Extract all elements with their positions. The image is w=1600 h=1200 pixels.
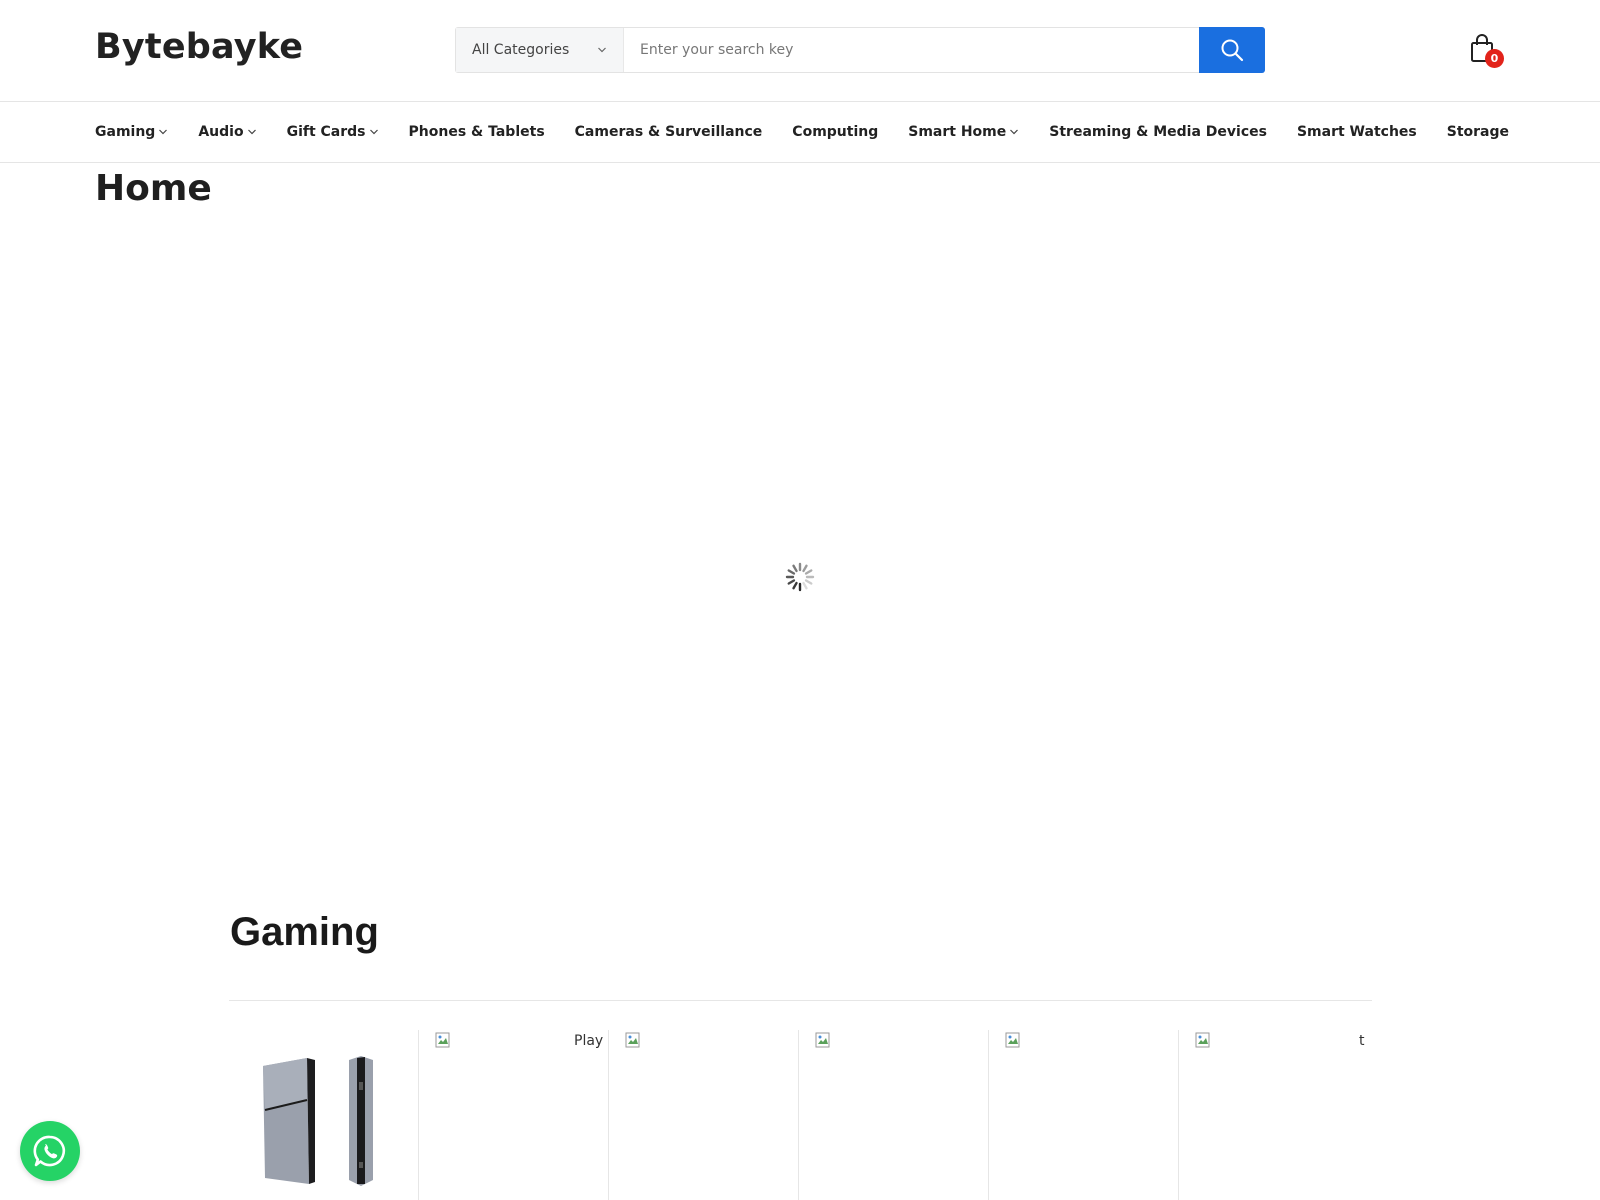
search-bar: All Categories	[455, 27, 1265, 73]
product-carousel: Play t	[229, 1030, 1372, 1200]
console-image	[263, 1056, 373, 1186]
broken-image-icon	[435, 1032, 450, 1048]
cart-count-badge: 0	[1485, 49, 1504, 68]
nav-item-label: Gaming	[95, 124, 156, 140]
broken-image-icon	[1195, 1032, 1210, 1048]
nav-item-streaming-media-devices[interactable]: Streaming & Media Devices	[1049, 124, 1267, 140]
site-header: Bytebayke All Categories 0	[0, 0, 1600, 102]
nav-item-label: Cameras & Surveillance	[574, 124, 763, 140]
nav-item-smart-home[interactable]: Smart Home	[908, 124, 1019, 140]
nav-item-gift-cards[interactable]: Gift Cards	[287, 124, 379, 140]
chevron-down-icon	[159, 129, 168, 135]
category-select-label: All Categories	[472, 42, 570, 58]
nav-item-computing[interactable]: Computing	[792, 124, 878, 140]
section-title-gaming: Gaming	[230, 910, 379, 954]
nav-item-storage[interactable]: Storage	[1447, 124, 1509, 140]
nav-item-smart-watches[interactable]: Smart Watches	[1297, 124, 1417, 140]
chevron-down-icon	[1010, 129, 1019, 135]
product-card[interactable]: t	[1179, 1030, 1372, 1200]
nav-item-cameras-surveillance[interactable]: Cameras & Surveillance	[575, 124, 763, 140]
nav-item-label: Gift Cards	[286, 124, 366, 140]
search-button[interactable]	[1199, 27, 1265, 73]
nav-item-phones-tablets[interactable]: Phones & Tablets	[409, 124, 545, 140]
whatsapp-chat-button[interactable]	[20, 1121, 80, 1181]
product-card[interactable]	[799, 1030, 989, 1200]
nav-item-audio[interactable]: Audio	[198, 124, 256, 140]
whatsapp-icon	[33, 1135, 66, 1167]
product-card[interactable]	[989, 1030, 1179, 1200]
nav-item-label: Phones & Tablets	[408, 124, 545, 140]
broken-image-icon	[815, 1032, 830, 1048]
nav-item-gaming[interactable]: Gaming	[95, 124, 168, 140]
broken-image-icon	[625, 1032, 640, 1048]
site-logo[interactable]: Bytebayke	[95, 27, 303, 67]
nav-list: Gaming Audio Gift Cards Phones & Tablets Cam…	[95, 102, 1539, 162]
section-divider	[229, 1000, 1372, 1001]
nav-item-label: Computing	[792, 124, 879, 140]
category-select[interactable]: All Categories	[456, 28, 624, 72]
nav-item-label: Smart Watches	[1296, 124, 1417, 140]
nav-item-label: Storage	[1446, 124, 1509, 140]
search-input[interactable]	[624, 28, 1199, 72]
main-navigation: Gaming Audio Gift Cards Phones & Tablets Cam…	[0, 102, 1600, 163]
chevron-down-icon	[247, 129, 256, 135]
chevron-down-icon	[369, 129, 378, 135]
product-image-alt-text: Play	[574, 1033, 604, 1049]
cart-button[interactable]: 0	[1470, 34, 1506, 70]
nav-item-label: Smart Home	[908, 124, 1007, 140]
product-card[interactable]	[229, 1030, 419, 1200]
nav-item-label: Streaming & Media Devices	[1049, 124, 1267, 140]
product-image-alt-text: t	[1359, 1033, 1365, 1049]
broken-image-icon	[1005, 1032, 1020, 1048]
product-card[interactable]: Play	[419, 1030, 609, 1200]
chevron-down-icon	[598, 47, 606, 53]
nav-item-label: Audio	[198, 124, 244, 140]
spinner-icon	[785, 562, 815, 592]
search-icon	[1221, 39, 1244, 62]
product-card[interactable]	[609, 1030, 799, 1200]
page-title: Home	[95, 168, 212, 209]
